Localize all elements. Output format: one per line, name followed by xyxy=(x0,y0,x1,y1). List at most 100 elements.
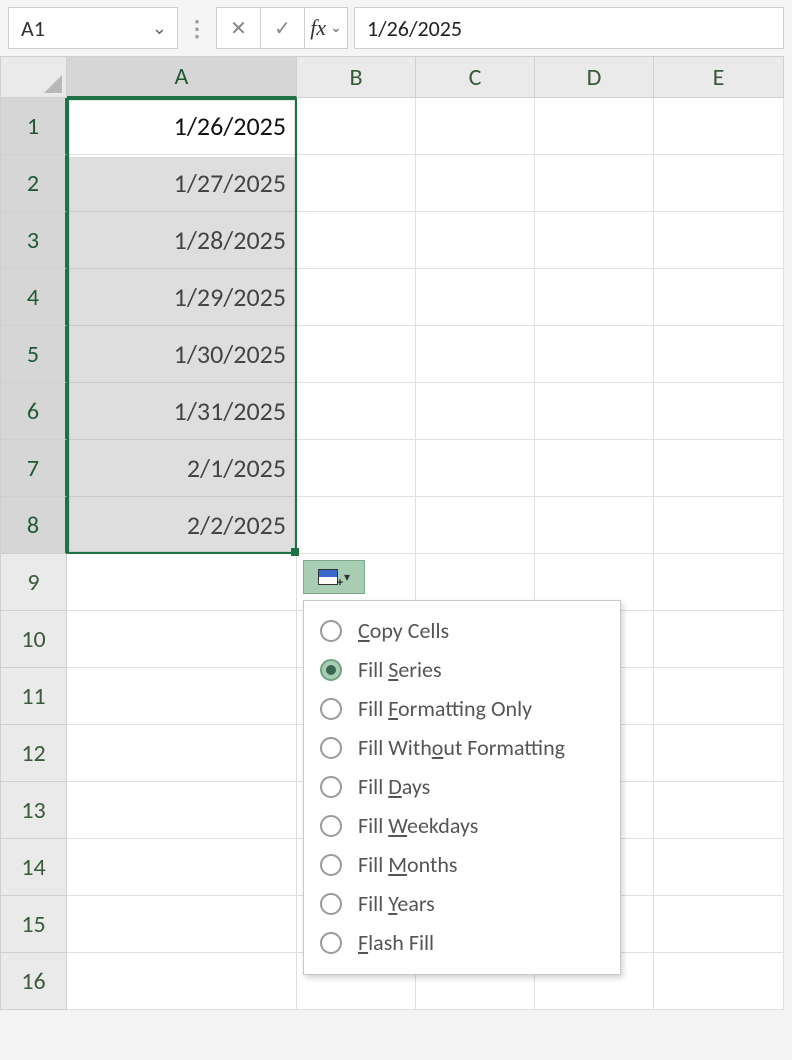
enter-button[interactable]: ✓ xyxy=(260,7,304,49)
autofill-menu-item[interactable]: Flash Fill xyxy=(316,923,604,962)
cell-B5[interactable] xyxy=(297,326,416,383)
cell-C1[interactable] xyxy=(416,98,535,155)
cell-D3[interactable] xyxy=(535,212,654,269)
cell-C5[interactable] xyxy=(416,326,535,383)
cell-E2[interactable] xyxy=(654,155,784,212)
cell-D1[interactable] xyxy=(535,98,654,155)
cell-A6[interactable]: 1/31/2025 xyxy=(67,383,297,440)
autofill-options-button[interactable]: ▾ xyxy=(303,560,365,594)
cell-A10[interactable] xyxy=(67,611,297,668)
autofill-menu-item[interactable]: Fill Days xyxy=(316,767,604,806)
cell-C2[interactable] xyxy=(416,155,535,212)
select-all-corner[interactable] xyxy=(0,56,67,98)
cell-A1[interactable]: 1/26/2025 xyxy=(67,98,297,155)
column-header-D[interactable]: D xyxy=(535,56,654,98)
name-box[interactable]: A1 ⌄ xyxy=(8,7,178,49)
row-header-12[interactable]: 12 xyxy=(0,725,67,782)
cell-B2[interactable] xyxy=(297,155,416,212)
column-header-B[interactable]: B xyxy=(297,56,416,98)
autofill-menu-item[interactable]: Fill Weekdays xyxy=(316,806,604,845)
cell-E5[interactable] xyxy=(654,326,784,383)
radio-icon xyxy=(320,737,342,759)
cell-A4[interactable]: 1/29/2025 xyxy=(67,269,297,326)
cell-E13[interactable] xyxy=(654,782,784,839)
cell-E3[interactable] xyxy=(654,212,784,269)
cell-B8[interactable] xyxy=(297,497,416,554)
cell-A8[interactable]: 2/2/2025 xyxy=(67,497,297,554)
cell-B1[interactable] xyxy=(297,98,416,155)
cell-E1[interactable] xyxy=(654,98,784,155)
cell-A16[interactable] xyxy=(67,953,297,1010)
row: 11/26/2025 xyxy=(0,98,792,155)
cell-D5[interactable] xyxy=(535,326,654,383)
autofill-menu-item[interactable]: Copy Cells xyxy=(316,611,604,650)
radio-icon xyxy=(320,698,342,720)
cell-D6[interactable] xyxy=(535,383,654,440)
cell-E15[interactable] xyxy=(654,896,784,953)
row-header-11[interactable]: 11 xyxy=(0,668,67,725)
cell-E14[interactable] xyxy=(654,839,784,896)
cell-A9[interactable] xyxy=(67,554,297,611)
autofill-menu-item[interactable]: Fill Years xyxy=(316,884,604,923)
cell-E16[interactable] xyxy=(654,953,784,1010)
cell-E9[interactable] xyxy=(654,554,784,611)
cell-E7[interactable] xyxy=(654,440,784,497)
cell-B4[interactable] xyxy=(297,269,416,326)
cell-A11[interactable] xyxy=(67,668,297,725)
row-header-9[interactable]: 9 xyxy=(0,554,67,611)
row-header-16[interactable]: 16 xyxy=(0,953,67,1010)
cell-D8[interactable] xyxy=(535,497,654,554)
column-header-C[interactable]: C xyxy=(416,56,535,98)
row-header-2[interactable]: 2 xyxy=(0,155,67,212)
column-header-E[interactable]: E xyxy=(654,56,784,98)
row-header-13[interactable]: 13 xyxy=(0,782,67,839)
cell-E8[interactable] xyxy=(654,497,784,554)
row-header-15[interactable]: 15 xyxy=(0,896,67,953)
row-header-1[interactable]: 1 xyxy=(0,98,67,155)
row-header-8[interactable]: 8 xyxy=(0,497,67,554)
formula-input[interactable]: 1/26/2025 xyxy=(354,7,784,49)
cell-D7[interactable] xyxy=(535,440,654,497)
row-header-3[interactable]: 3 xyxy=(0,212,67,269)
cell-A5[interactable]: 1/30/2025 xyxy=(67,326,297,383)
cell-A15[interactable] xyxy=(67,896,297,953)
cell-C3[interactable] xyxy=(416,212,535,269)
cell-B7[interactable] xyxy=(297,440,416,497)
cell-A2[interactable]: 1/27/2025 xyxy=(67,155,297,212)
cell-E6[interactable] xyxy=(654,383,784,440)
cell-A3[interactable]: 1/28/2025 xyxy=(67,212,297,269)
autofill-menu-item[interactable]: Fill Formatting Only xyxy=(316,689,604,728)
cell-A12[interactable] xyxy=(67,725,297,782)
insert-function-button[interactable]: fx⌄ xyxy=(304,7,348,49)
cell-E10[interactable] xyxy=(654,611,784,668)
cell-A14[interactable] xyxy=(67,839,297,896)
row-header-10[interactable]: 10 xyxy=(0,611,67,668)
chevron-down-icon[interactable]: ⌄ xyxy=(152,17,167,39)
row-header-6[interactable]: 6 xyxy=(0,383,67,440)
menu-item-label: Fill Formatting Only xyxy=(358,695,532,722)
cell-A7[interactable]: 2/1/2025 xyxy=(67,440,297,497)
cell-C4[interactable] xyxy=(416,269,535,326)
cell-E11[interactable] xyxy=(654,668,784,725)
cell-C6[interactable] xyxy=(416,383,535,440)
cell-E4[interactable] xyxy=(654,269,784,326)
cell-B3[interactable] xyxy=(297,212,416,269)
row-header-14[interactable]: 14 xyxy=(0,839,67,896)
autofill-menu-item[interactable]: Fill Months xyxy=(316,845,604,884)
cell-C8[interactable] xyxy=(416,497,535,554)
cell-B6[interactable] xyxy=(297,383,416,440)
row-header-4[interactable]: 4 xyxy=(0,269,67,326)
cell-D2[interactable] xyxy=(535,155,654,212)
autofill-menu-item[interactable]: Fill Without Formatting xyxy=(316,728,604,767)
column-header-A[interactable]: A xyxy=(67,56,297,98)
cell-A13[interactable] xyxy=(67,782,297,839)
autofill-menu-item[interactable]: Fill Series xyxy=(316,650,604,689)
spreadsheet-grid: ABCDE 11/26/202521/27/202531/28/202541/2… xyxy=(0,56,792,1010)
cell-C7[interactable] xyxy=(416,440,535,497)
cell-E12[interactable] xyxy=(654,725,784,782)
radio-icon xyxy=(320,893,342,915)
cancel-button[interactable]: ✕ xyxy=(216,7,260,49)
row-header-5[interactable]: 5 xyxy=(0,326,67,383)
row-header-7[interactable]: 7 xyxy=(0,440,67,497)
cell-D4[interactable] xyxy=(535,269,654,326)
